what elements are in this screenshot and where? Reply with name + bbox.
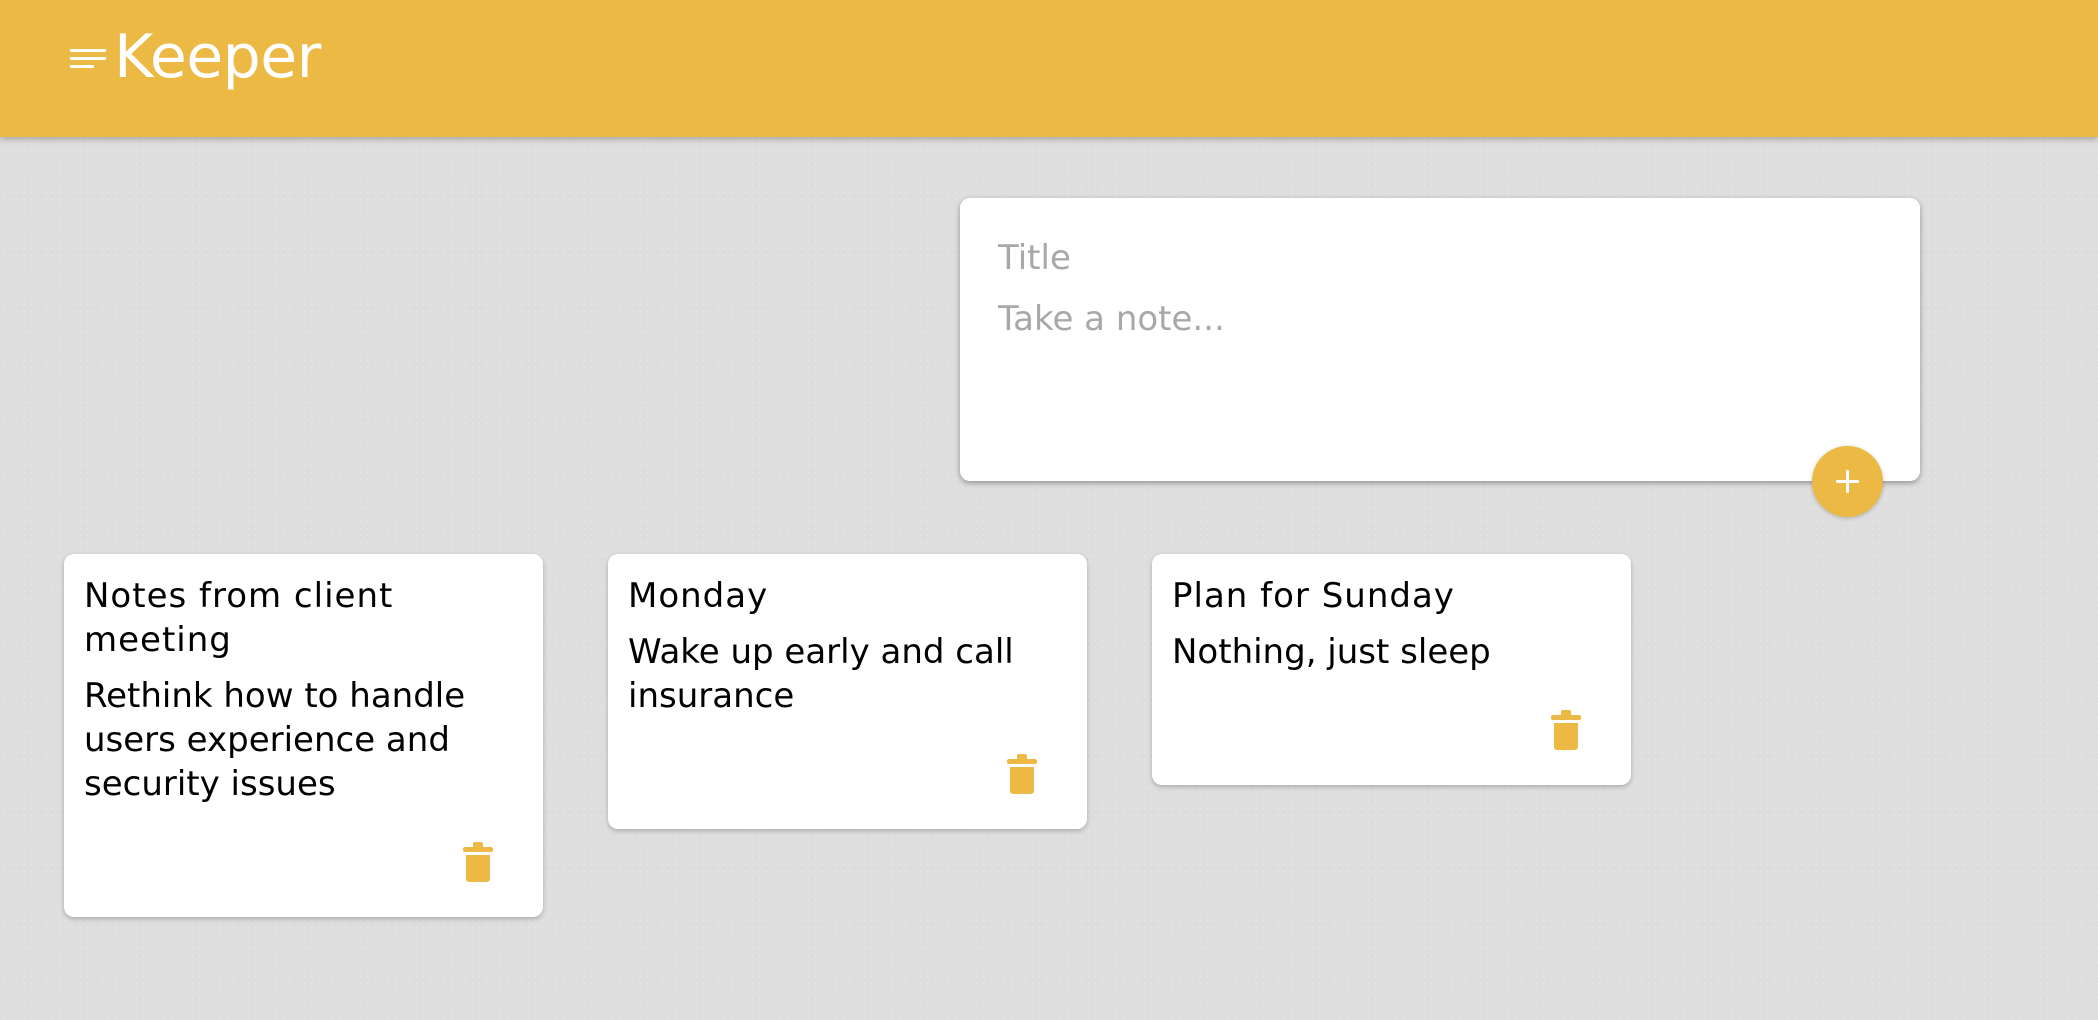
note-card: Plan for Sunday Nothing, just sleep xyxy=(1152,554,1631,785)
note-card: Monday Wake up early and call insurance xyxy=(608,554,1087,829)
app-header: Keeper xyxy=(0,0,2098,137)
note-title-input[interactable] xyxy=(998,238,1858,278)
trash-icon xyxy=(463,842,493,882)
delete-note-button[interactable] xyxy=(1551,710,1581,750)
trash-icon-body xyxy=(1010,767,1034,794)
trash-icon-lid xyxy=(1007,759,1037,764)
add-note-button[interactable] xyxy=(1812,446,1883,517)
create-note-form xyxy=(960,198,1920,481)
note-content: Wake up early and call insurance xyxy=(628,632,1014,716)
trash-icon-lid xyxy=(1551,715,1581,720)
delete-note-button[interactable] xyxy=(463,842,493,882)
note-title: Notes from client meeting xyxy=(84,576,394,660)
trash-icon-body xyxy=(466,855,490,882)
note-title: Monday xyxy=(628,576,769,616)
trash-icon xyxy=(1007,754,1037,794)
note-title: Plan for Sunday xyxy=(1172,576,1455,616)
menu-icon-line xyxy=(70,57,106,60)
app-title: Keeper xyxy=(114,22,321,92)
trash-icon-body xyxy=(1554,723,1578,750)
trash-icon-lid xyxy=(463,847,493,852)
menu-icon[interactable] xyxy=(70,47,106,73)
plus-icon xyxy=(1836,470,1859,493)
trash-icon xyxy=(1551,710,1581,750)
menu-icon-line xyxy=(70,49,106,52)
note-card: Notes from client meeting Rethink how to… xyxy=(64,554,543,917)
menu-icon-line xyxy=(70,65,94,68)
note-content: Rethink how to handle users experience a… xyxy=(84,676,466,804)
note-content: Nothing, just sleep xyxy=(1172,632,1491,672)
delete-note-button[interactable] xyxy=(1007,754,1037,794)
note-content-input[interactable] xyxy=(998,299,1858,419)
